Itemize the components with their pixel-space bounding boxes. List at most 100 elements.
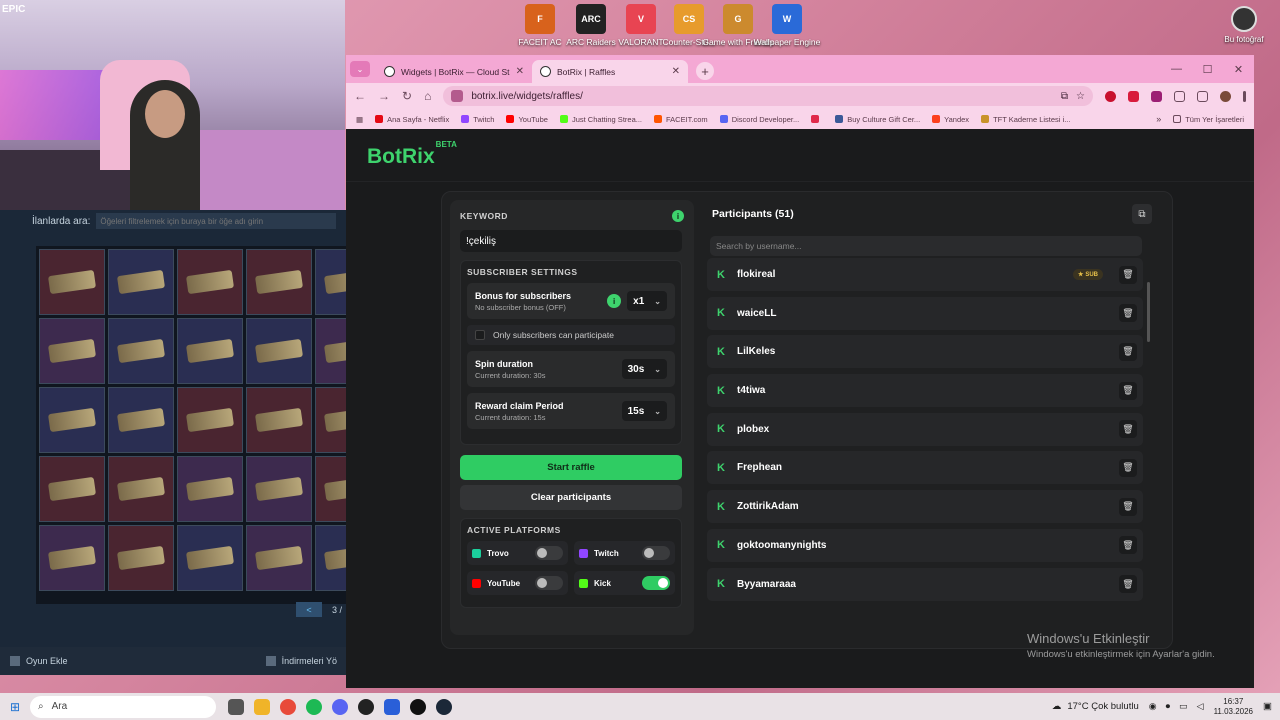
downloads-button[interactable]: İndirmeleri Yö [265, 656, 337, 666]
sidepanel-icon[interactable] [1197, 90, 1208, 102]
inventory-slot[interactable] [246, 318, 312, 384]
desktop-shortcut[interactable]: W Wallpaper Engine [754, 4, 820, 47]
bookmark-item[interactable]: Twitch [461, 115, 494, 124]
close-tab-icon[interactable]: ✕ [672, 66, 680, 77]
twitch-extension-icon[interactable] [1151, 90, 1162, 102]
inventory-slot[interactable] [177, 249, 243, 315]
extensions-icon[interactable] [1174, 90, 1185, 102]
add-game-button[interactable]: Oyun Ekle [10, 656, 68, 666]
new-tab-button[interactable]: + [696, 62, 714, 80]
back-icon[interactable]: ← [354, 89, 366, 103]
participant-search-input[interactable]: Search by username... [710, 236, 1142, 256]
steam-search-input[interactable] [96, 213, 337, 229]
spotify-icon[interactable] [306, 698, 322, 715]
spin-duration-select[interactable]: 30s ⌄ [621, 359, 667, 379]
inventory-slot[interactable] [246, 456, 312, 522]
bookmark-item[interactable]: FACEIT.com [654, 115, 708, 124]
delete-participant-icon[interactable]: 🗑 [1119, 381, 1137, 400]
bookmark-item[interactable]: YouTube [506, 115, 548, 124]
bookmark-item[interactable]: Discord Developer... [719, 115, 799, 124]
info-icon[interactable]: i [607, 294, 622, 308]
inventory-slot[interactable] [39, 387, 105, 453]
epic-icon[interactable] [410, 698, 426, 715]
bookmark-item[interactable]: Just Chatting Strea... [559, 115, 642, 124]
bonus-select[interactable]: x1 ⌄ [627, 291, 667, 311]
discord-icon[interactable] [332, 698, 348, 715]
inventory-slot[interactable] [246, 387, 312, 453]
inventory-slot[interactable] [39, 318, 105, 384]
desktop-shortcut[interactable]: F FACEIT AC [512, 4, 568, 47]
bookmark-item[interactable]: Buy Culture Gift Cer... [835, 115, 920, 124]
inventory-slot[interactable] [315, 525, 347, 591]
inventory-slot[interactable] [39, 456, 105, 522]
prev-page-button[interactable]: < [296, 602, 322, 617]
inventory-slot[interactable] [177, 525, 243, 591]
inventory-slot[interactable] [108, 249, 174, 315]
only-subscribers-checkbox[interactable]: Only subscribers can participate [467, 325, 675, 345]
reload-icon[interactable]: ↻ [402, 89, 412, 103]
platform-toggle[interactable] [535, 576, 563, 590]
copy-icon[interactable]: ⧉ [1132, 204, 1152, 224]
keyword-input[interactable]: !çekiliş [460, 230, 682, 252]
start-raffle-button[interactable]: Start raffle [460, 455, 682, 480]
all-bookmarks-folder[interactable]: Tüm Yer İşaretleri [1173, 115, 1244, 124]
tab-widgets[interactable]: Widgets | BotRix — Cloud Strea ✕ [376, 60, 532, 83]
tab-raffles[interactable]: BotRix | Raffles ✕ [532, 60, 688, 83]
platform-toggle[interactable] [535, 546, 563, 560]
inventory-slot[interactable] [315, 387, 347, 453]
home-icon[interactable]: ⌂ [424, 89, 431, 103]
inventory-slot[interactable] [177, 318, 243, 384]
opera-extension-icon[interactable] [1105, 90, 1116, 102]
delete-participant-icon[interactable]: 🗑 [1119, 536, 1137, 555]
steam-icon[interactable] [436, 698, 452, 715]
notifications-icon[interactable]: ▣ [1263, 701, 1272, 712]
inventory-slot[interactable] [39, 525, 105, 591]
site-info-icon[interactable] [451, 90, 464, 102]
inventory-slot[interactable] [108, 525, 174, 591]
forward-icon[interactable]: → [378, 89, 390, 103]
inventory-slot[interactable] [315, 318, 347, 384]
delete-participant-icon[interactable]: 🗑 [1119, 304, 1137, 323]
apps-grid-icon[interactable]: ▦ [356, 115, 363, 124]
delete-participant-icon[interactable]: 🗑 [1119, 265, 1137, 284]
start-icon[interactable]: ⊞ [0, 700, 30, 714]
clear-participants-button[interactable]: Clear participants [460, 485, 682, 510]
record-icon[interactable]: ◉ [1149, 701, 1157, 712]
more-bookmarks-icon[interactable]: » [1156, 114, 1161, 124]
inventory-slot[interactable] [177, 387, 243, 453]
microphone-icon[interactable]: ⏺ [1166, 701, 1171, 712]
translate-extension-icon[interactable] [1128, 90, 1139, 102]
checkbox-box[interactable] [475, 330, 485, 340]
file-explorer-icon[interactable] [254, 698, 270, 715]
delete-participant-icon[interactable]: 🗑 [1119, 342, 1137, 361]
inventory-slot[interactable] [246, 525, 312, 591]
inventory-slot[interactable] [315, 249, 347, 315]
more-menu-icon[interactable] [1243, 90, 1246, 102]
taskbar-search[interactable]: ⌕ Ara [30, 695, 216, 718]
info-icon[interactable]: i [672, 210, 684, 222]
network-icon[interactable]: ▭ [1179, 701, 1188, 712]
inventory-slot[interactable] [177, 456, 243, 522]
delete-participant-icon[interactable]: 🗑 [1119, 497, 1137, 516]
participant-scrollbar[interactable] [1147, 282, 1150, 342]
bookmark-item[interactable] [811, 115, 823, 123]
volume-icon[interactable]: ◁ [1197, 701, 1204, 712]
url-field[interactable]: botrix.live/widgets/raffles/ ⧉ ☆ [443, 86, 1093, 106]
obs-icon[interactable] [358, 698, 374, 715]
reward-claim-select[interactable]: 15s ⌄ [621, 401, 667, 421]
delete-participant-icon[interactable]: 🗑 [1119, 575, 1137, 593]
bookmark-star-icon[interactable]: ☆ [1076, 91, 1085, 102]
delete-participant-icon[interactable]: 🗑 [1119, 420, 1137, 439]
minimize-icon[interactable]: — [1161, 55, 1192, 83]
maximize-icon[interactable]: ☐ [1192, 55, 1223, 83]
platform-toggle[interactable] [642, 576, 670, 590]
tab-search-button[interactable]: ⌄ [350, 61, 370, 77]
wallpaper-icon[interactable] [384, 698, 400, 715]
inventory-slot[interactable] [315, 456, 347, 522]
clock[interactable]: 16:37 11.03.2026 [1214, 697, 1253, 717]
botrix-logo[interactable]: BotRixBETA [367, 140, 457, 169]
desktop-shortcut-photo[interactable]: Bu fotoğraf [1214, 6, 1274, 44]
desktop-shortcut[interactable]: ARC ARC Raiders [563, 4, 619, 47]
bookmark-item[interactable]: Ana Sayfa - Netflix [375, 115, 449, 124]
platform-toggle[interactable] [642, 546, 670, 560]
